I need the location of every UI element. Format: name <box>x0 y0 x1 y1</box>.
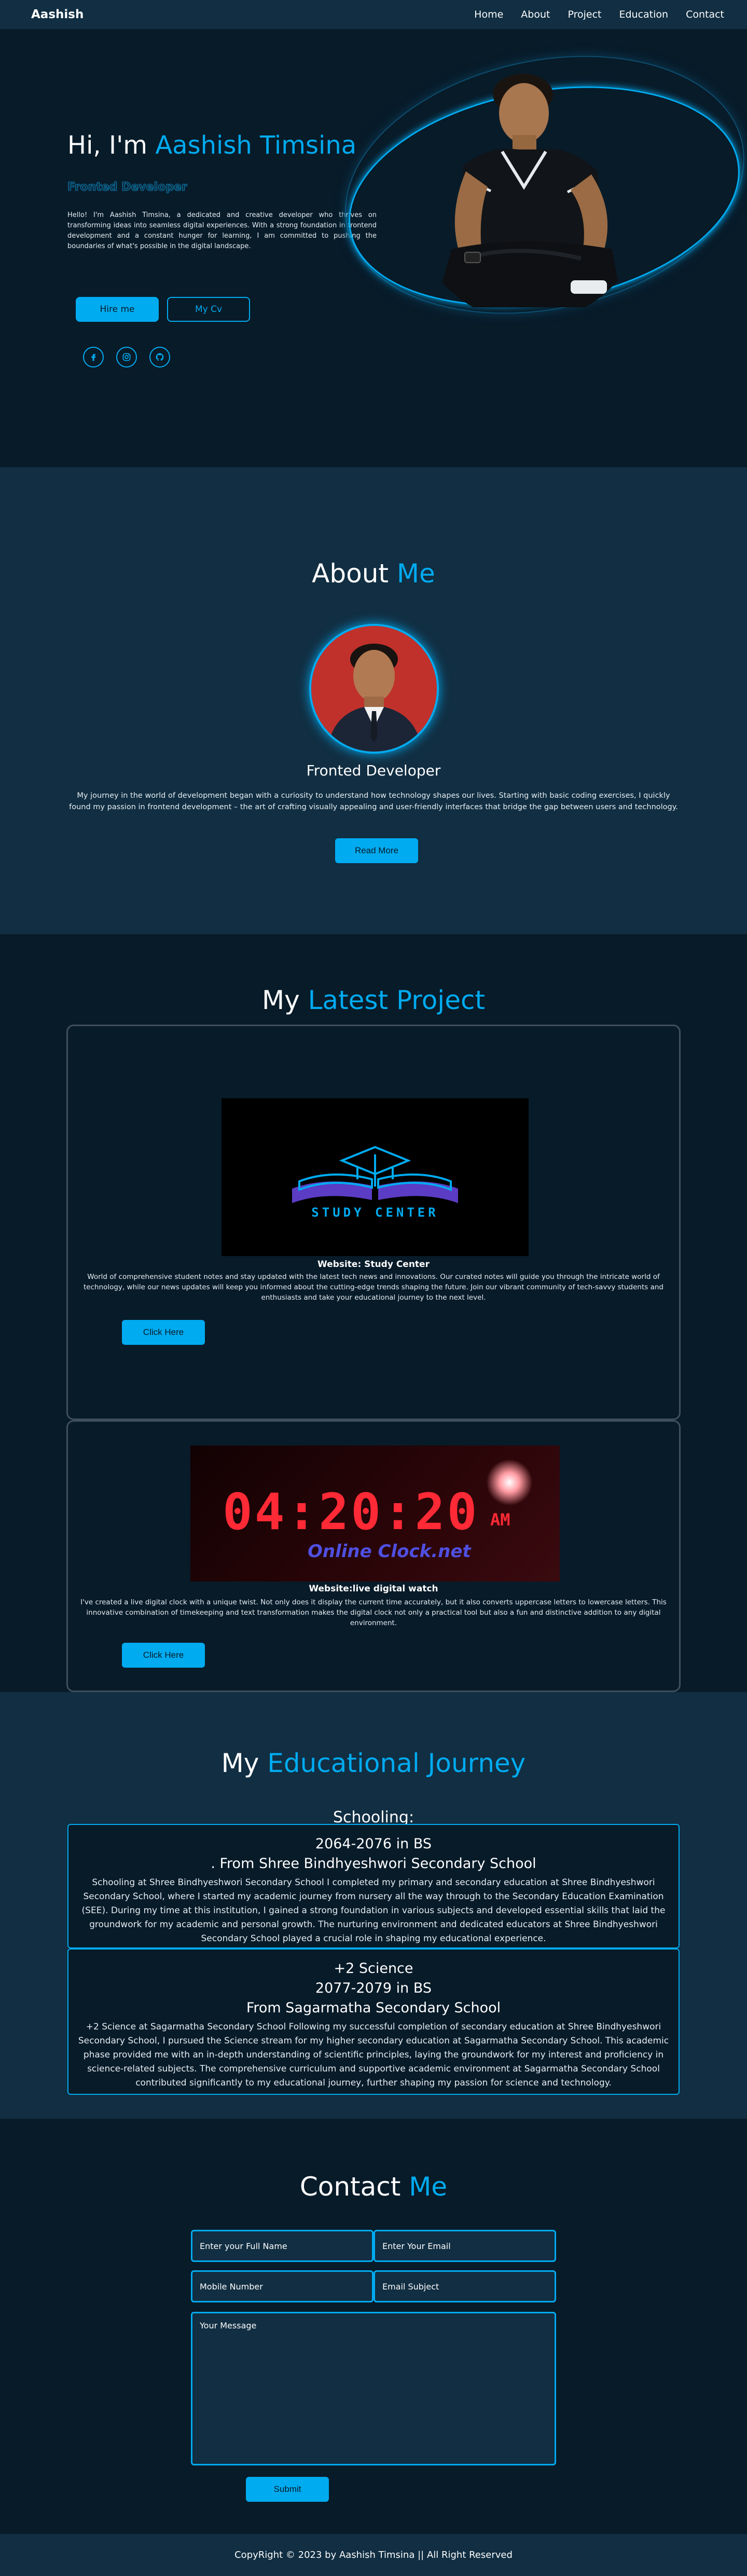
about-section: About Me Fronted Developer My journey in… <box>0 467 747 934</box>
education-years: 2064-2076 in BS <box>315 1836 432 1852</box>
project-card-digital-watch: 04:20:20 AM Online Clock.net Website:liv… <box>66 1420 681 1692</box>
mobile-number-input[interactable] <box>191 2270 374 2302</box>
education-card-plus-two: +2 Science 2077-2079 in BS From Sagarmat… <box>67 1948 680 2095</box>
contact-section: Contact Me Submit <box>0 2119 747 2534</box>
project-description: I've created a live digital clock with a… <box>80 1598 667 1627</box>
hero-title: Hi, I'm Aashish Timsina <box>67 131 356 160</box>
clock-brand: Online Clock.net <box>308 1541 471 1562</box>
hero-portrait-image <box>436 74 622 307</box>
education-title-main: My <box>221 1748 259 1778</box>
site-footer: CopyRight © 2023 by Aashish Timsina || A… <box>0 2534 747 2576</box>
about-avatar <box>309 624 439 754</box>
education-title: My Educational Journey <box>0 1748 747 1778</box>
copyright-text: CopyRight © 2023 by Aashish Timsina || A… <box>234 2550 513 2560</box>
project-title: Website:live digital watch <box>309 1584 438 1594</box>
instagram-icon[interactable] <box>116 347 137 367</box>
hire-me-button[interactable]: Hire me <box>76 297 159 322</box>
clock-ampm: AM <box>490 1510 510 1530</box>
about-title-main: About <box>312 558 389 589</box>
about-portrait-image <box>311 626 437 752</box>
about-title-accent: Me <box>396 558 435 589</box>
nav-education[interactable]: Education <box>619 9 668 20</box>
submit-button[interactable]: Submit <box>246 2477 329 2502</box>
site-header: Aashish Home About Project Education Con… <box>0 0 747 29</box>
message-textarea[interactable] <box>191 2312 556 2465</box>
clock-time: 04:20:20 <box>223 1483 479 1541</box>
project-card-study-center: STUDY CENTER Website: Study Center World… <box>66 1025 681 1420</box>
book-logo-icon <box>292 1146 458 1203</box>
nav-project[interactable]: Project <box>568 9 601 20</box>
hero-subtitle: Fronted Developer <box>67 181 187 194</box>
projects-title-accent: Latest Project <box>308 985 486 1015</box>
contact-title: Contact Me <box>0 2172 747 2202</box>
my-cv-button[interactable]: My Cv <box>167 297 250 322</box>
education-description: +2 Science at Sagarmatha Secondary Schoo… <box>78 2022 669 2088</box>
about-title: About Me <box>0 558 747 589</box>
projects-section: My Latest Project STUDY CENTER Website: … <box>0 934 747 1692</box>
logo[interactable]: Aashish <box>31 8 84 21</box>
about-role: Fronted Developer <box>306 762 441 779</box>
email-input[interactable] <box>374 2230 556 2262</box>
main-nav: Home About Project Education Contact <box>474 9 724 20</box>
contact-title-main: Contact <box>299 2172 401 2202</box>
read-more-button[interactable]: Read More <box>335 838 418 863</box>
click-here-button-digital-watch[interactable]: Click Here <box>122 1643 205 1668</box>
education-institution: From Sagarmatha Secondary School <box>246 2000 501 2016</box>
education-years: 2077-2079 in BS <box>315 1980 432 1996</box>
hero-greeting: Hi, I'm <box>67 131 148 160</box>
github-icon[interactable] <box>149 347 170 367</box>
education-description: Schooling at Shree Bindhyeshwori Seconda… <box>81 1877 666 1944</box>
education-section: My Educational Journey Schooling: 2064-2… <box>0 1692 747 2119</box>
email-subject-input[interactable] <box>374 2270 556 2302</box>
project-image-digital-watch[interactable]: 04:20:20 AM Online Clock.net <box>190 1446 560 1582</box>
hero-intro: Hello! I'm Aashish Timsina, a dedicated … <box>67 211 377 250</box>
projects-title-main: My <box>261 985 300 1015</box>
facebook-icon[interactable] <box>83 347 104 367</box>
projects-title: My Latest Project <box>0 985 747 1015</box>
contact-title-accent: Me <box>409 2172 448 2202</box>
nav-home[interactable]: Home <box>474 9 503 20</box>
project-image-study-center[interactable]: STUDY CENTER <box>222 1098 529 1256</box>
nav-about[interactable]: About <box>521 9 550 20</box>
study-center-logo-text: STUDY CENTER <box>311 1205 439 1220</box>
project-title: Website: Study Center <box>317 1259 430 1270</box>
hero-name: Aashish Timsina <box>155 131 357 160</box>
click-here-button-study-center[interactable]: Click Here <box>122 1320 205 1345</box>
education-title-accent: Educational Journey <box>267 1748 526 1778</box>
home-section: Hi, I'm Aashish Timsina Fronted Develope… <box>0 21 747 467</box>
lens-flare <box>486 1459 533 1506</box>
education-level: +2 Science <box>334 1960 413 1977</box>
project-description: World of comprehensive student notes and… <box>84 1273 663 1302</box>
about-text: My journey in the world of development b… <box>69 792 678 811</box>
education-institution: . From Shree Bindhyeshwori Secondary Sch… <box>211 1856 536 1872</box>
full-name-input[interactable] <box>191 2230 374 2262</box>
education-card-school: 2064-2076 in BS . From Shree Bindhyeshwo… <box>67 1824 680 1948</box>
nav-contact[interactable]: Contact <box>686 9 724 20</box>
